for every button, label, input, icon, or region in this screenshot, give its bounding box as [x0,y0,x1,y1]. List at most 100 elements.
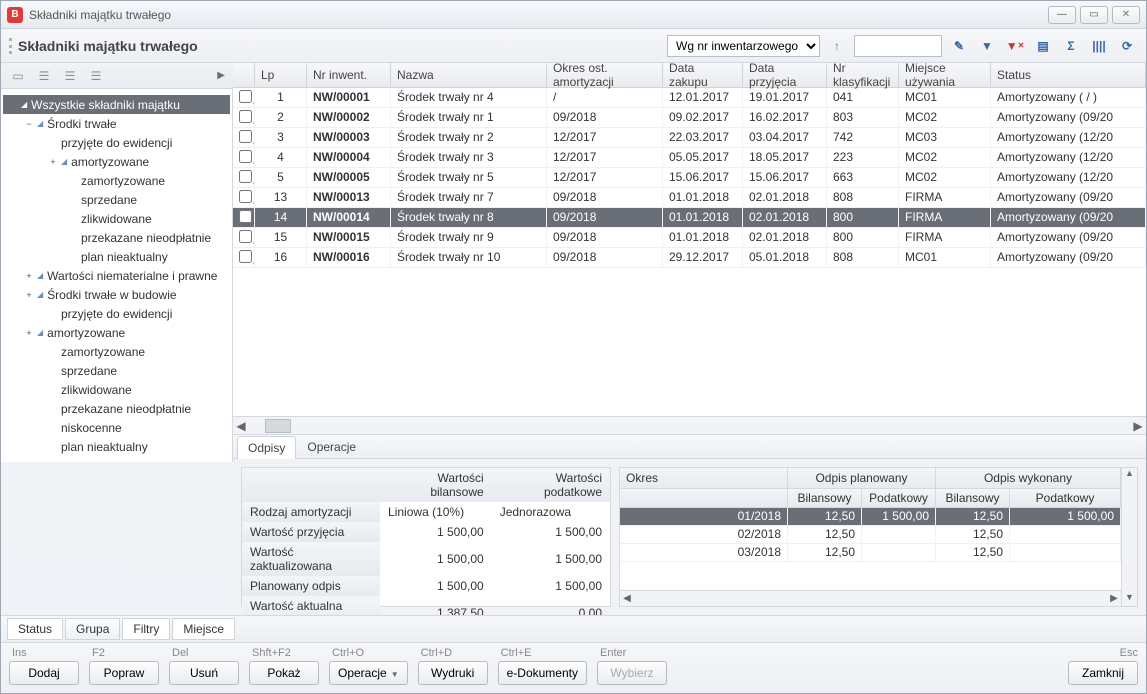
col-lp[interactable]: Lp [255,63,307,87]
btab-filtry[interactable]: Filtry [122,618,170,640]
tree-toggle-icon[interactable]: + [47,157,59,167]
refresh-icon[interactable]: ⟳ [1116,35,1138,57]
row-checkbox[interactable] [239,130,252,143]
search-input[interactable] [854,35,942,57]
tree-toggle-icon[interactable]: + [23,290,35,300]
tree-node[interactable]: przekazane nieodpłatnie [3,228,230,247]
tree-icon-4[interactable]: ☰ [87,68,105,84]
col-check[interactable] [233,63,255,87]
tree-node[interactable]: plan nieaktualny [3,247,230,266]
btab-status[interactable]: Status [7,618,63,640]
row-checkbox[interactable] [239,150,252,163]
tree-node[interactable]: +◢amortyzowane [3,152,230,171]
row-checkbox[interactable] [239,210,252,223]
row-checkbox[interactable] [239,250,252,263]
print-button[interactable]: Wydruki [418,661,488,685]
dr-sub-wp[interactable]: Podatkowy [1010,489,1121,508]
maximize-button[interactable]: ▭ [1080,6,1108,24]
tree-node[interactable]: +◢Środki trwałe w budowie [3,285,230,304]
dr-col-okres[interactable]: Okres [620,468,788,489]
dr-sub-pp[interactable]: Podatkowy [862,489,936,508]
tree-node[interactable]: niskocenne [3,418,230,437]
tree-node[interactable]: przekazane nieodpłatnie [3,399,230,418]
tree-node[interactable]: przyjęte do ewidencji [3,304,230,323]
btab-miejsce[interactable]: Miejsce [172,618,235,640]
tree-toggle-icon[interactable]: + [23,271,35,281]
close-footer-button[interactable]: Zamknij [1068,661,1138,685]
tab-odpisy[interactable]: Odpisy [237,436,296,459]
table-row[interactable]: 16NW/00016Środek trwały nr 1009/201829.1… [233,248,1146,268]
tree-collapse-icon[interactable]: ▶ [217,70,225,81]
dr-hscroll[interactable]: ◀ ▶ [620,590,1121,606]
tree-node[interactable]: sprzedane [3,361,230,380]
add-button[interactable]: Dodaj [9,661,79,685]
col-zakup[interactable]: Data zakupu [663,63,743,87]
row-checkbox[interactable] [239,190,252,203]
tree-node[interactable]: przyjęte do ewidencji [3,133,230,152]
tree-node[interactable]: zamortyzowane [3,171,230,190]
scroll-thumb[interactable] [265,419,291,433]
table-row[interactable]: 15NW/00015Środek trwały nr 909/201801.01… [233,228,1146,248]
tree-node[interactable]: zamortyzowane [3,342,230,361]
dr-col-wyk[interactable]: Odpis wykonany [936,468,1121,489]
dr-scroll-right[interactable]: ▶ [1107,593,1121,604]
tree-node[interactable]: ◢Wszystkie składniki majątku [3,95,230,114]
tree-node[interactable]: plan nieaktualny [3,437,230,456]
scroll-left-icon[interactable]: ◀ [233,419,249,433]
col-miejsce[interactable]: Miejsce używania [899,63,991,87]
table-row[interactable]: 3NW/00003Środek trwały nr 212/201722.03.… [233,128,1146,148]
row-checkbox[interactable] [239,110,252,123]
filter-clear-icon[interactable]: ▼✕ [1004,35,1026,57]
tree-node[interactable]: sprzedane [3,190,230,209]
dr-scroll-down[interactable]: ▼ [1125,592,1134,606]
table-row[interactable]: 1NW/00001Środek trwały nr 4/12.01.201719… [233,88,1146,108]
filter-edit-icon[interactable]: ✎ [948,35,970,57]
grid-hscroll[interactable]: ◀ ▶ [233,416,1146,434]
col-name[interactable]: Nazwa [391,63,547,87]
minimize-button[interactable]: — [1048,6,1076,24]
edit-button[interactable]: Popraw [89,661,159,685]
dr-scroll-left[interactable]: ◀ [620,593,634,604]
btab-grupa[interactable]: Grupa [65,618,120,640]
close-button[interactable]: ✕ [1112,6,1140,24]
table-row[interactable]: 13NW/00013Środek trwały nr 709/201801.01… [233,188,1146,208]
row-checkbox[interactable] [239,90,252,103]
table-row[interactable]: 2NW/00002Środek trwały nr 109/201809.02.… [233,108,1146,128]
dr-vscroll[interactable]: ▲ ▼ [1121,468,1137,606]
layers-icon[interactable]: ▤ [1032,35,1054,57]
tree-icon-3[interactable]: ☰ [61,68,79,84]
tree-toggle-icon[interactable]: + [23,328,35,338]
operations-button[interactable]: Operacje▼ [329,661,408,685]
tree-icon-2[interactable]: ☰ [35,68,53,84]
dr-sub-pb[interactable]: Bilansowy [788,489,862,508]
col-inv[interactable]: Nr inwent. [307,63,391,87]
tree-icon-1[interactable]: ▭ [9,68,27,84]
barcode-icon[interactable]: |||| [1088,35,1110,57]
tab-operacje[interactable]: Operacje [296,435,367,458]
tree-node[interactable]: +◢Wartości niematerialne i prawne [3,266,230,285]
col-klas[interactable]: Nr klasyfikacji [827,63,899,87]
row-checkbox[interactable] [239,170,252,183]
sort-up-icon[interactable]: ↑ [826,35,848,57]
dr-body[interactable]: 01/201812,501 500,0012,501 500,0002/2018… [620,508,1121,590]
col-okres[interactable]: Okres ost. amortyzacji [547,63,663,87]
period-row[interactable]: 01/201812,501 500,0012,501 500,00 [620,508,1121,526]
dr-scroll-up[interactable]: ▲ [1125,468,1134,482]
delete-button[interactable]: Usuń [169,661,239,685]
table-row[interactable]: 14NW/00014Środek trwały nr 809/201801.01… [233,208,1146,228]
scroll-right-icon[interactable]: ▶ [1130,419,1146,433]
sort-select[interactable]: Wg nr inwentarzowego [667,35,820,57]
period-row[interactable]: 02/201812,5012,50 [620,526,1121,544]
sum-icon[interactable]: Σ [1060,35,1082,57]
dr-col-plan[interactable]: Odpis planowany [788,468,936,489]
row-checkbox[interactable] [239,230,252,243]
tree-node[interactable]: −◢Środki trwałe [3,114,230,133]
period-row[interactable]: 03/201812,5012,50 [620,544,1121,562]
show-button[interactable]: Pokaż [249,661,319,685]
table-row[interactable]: 4NW/00004Środek trwały nr 312/201705.05.… [233,148,1146,168]
edoc-button[interactable]: e-Dokumenty [498,661,587,685]
tree-toggle-icon[interactable]: − [23,119,35,129]
tree-node[interactable]: zlikwidowane [3,380,230,399]
filter-icon[interactable]: ▼ [976,35,998,57]
table-row[interactable]: 5NW/00005Środek trwały nr 512/201715.06.… [233,168,1146,188]
